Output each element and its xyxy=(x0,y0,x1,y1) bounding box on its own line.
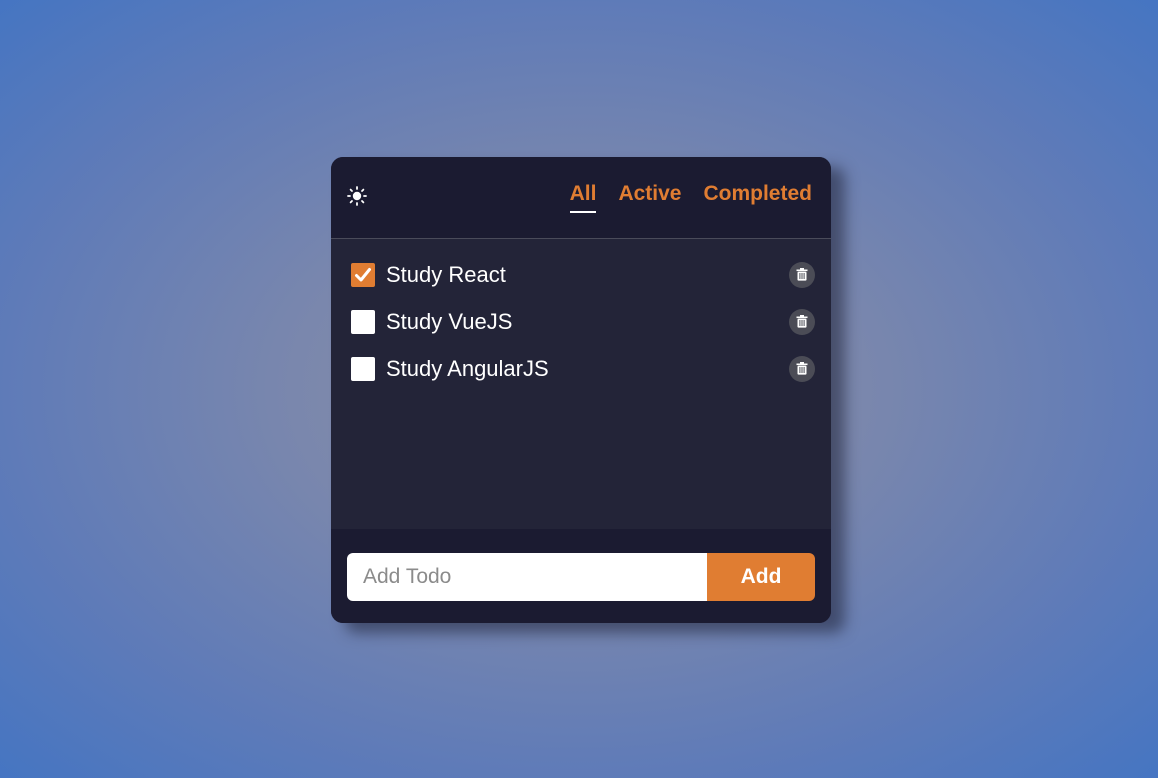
tab-active[interactable]: Active xyxy=(618,181,681,213)
todo-list: Study React Study VueJS Study AngularJS xyxy=(331,239,831,529)
trash-icon xyxy=(796,362,808,375)
filter-tabs: All Active Completed xyxy=(569,181,812,213)
todo-label: Study VueJS xyxy=(386,308,513,334)
tab-all[interactable]: All xyxy=(569,181,597,213)
todo-checkbox[interactable] xyxy=(351,262,375,287)
todo-card: All Active Completed Study React Study V… xyxy=(331,157,831,623)
add-button[interactable]: Add xyxy=(707,553,815,601)
theme-toggle-button[interactable] xyxy=(345,184,369,208)
tab-completed[interactable]: Completed xyxy=(703,181,812,213)
trash-icon xyxy=(796,315,808,328)
delete-button[interactable] xyxy=(789,261,815,288)
add-todo-input[interactable] xyxy=(347,553,707,601)
trash-icon xyxy=(796,268,808,281)
checkmark-icon xyxy=(355,267,371,281)
todo-label: Study React xyxy=(386,261,506,287)
todo-checkbox[interactable] xyxy=(351,356,375,381)
sun-icon xyxy=(347,186,367,206)
todo-item: Study VueJS xyxy=(351,298,815,345)
todo-checkbox[interactable] xyxy=(351,309,375,334)
todo-item: Study React xyxy=(351,251,815,298)
card-header: All Active Completed xyxy=(331,157,831,239)
delete-button[interactable] xyxy=(789,355,815,382)
card-footer: Add xyxy=(331,529,831,623)
delete-button[interactable] xyxy=(789,308,815,335)
todo-item: Study AngularJS xyxy=(351,345,815,392)
todo-label: Study AngularJS xyxy=(386,355,549,381)
